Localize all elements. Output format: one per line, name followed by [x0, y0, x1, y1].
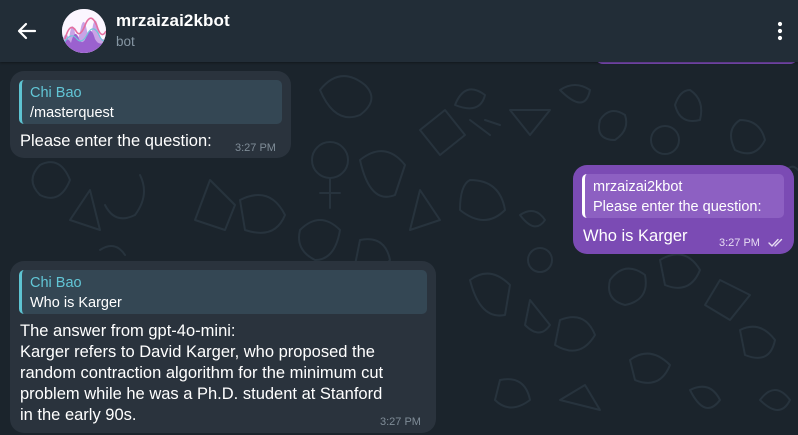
- incoming-message[interactable]: Chi Bao Who is Karger The answer from gp…: [10, 261, 436, 433]
- message-text: Who is Karger: [583, 227, 688, 245]
- reply-quote[interactable]: Chi Bao Who is Karger: [19, 270, 427, 314]
- reply-sender-name: mrzaizai2kbot: [593, 179, 683, 195]
- chat-title: mrzaizai2kbot: [116, 11, 230, 30]
- chat-header: mrzaizai2kbot bot: [0, 0, 798, 62]
- reply-quoted-text: Please enter the question:: [593, 199, 762, 215]
- outgoing-message[interactable]: mrzaizai2kbot Please enter the question:…: [573, 165, 794, 254]
- reply-quoted-text: Who is Karger: [30, 295, 122, 311]
- reply-sender-name: Chi Bao: [30, 275, 82, 291]
- message-time: 3:27 PM: [380, 416, 421, 428]
- more-options-button[interactable]: [766, 15, 794, 47]
- double-check-icon: [768, 238, 783, 247]
- message-text: Please enter the question:: [20, 132, 212, 150]
- bot-avatar-image: [62, 9, 106, 53]
- reply-quote[interactable]: mrzaizai2kbot Please enter the question:: [582, 174, 784, 218]
- message-text-line: random contraction algorithm for the min…: [20, 364, 384, 382]
- chat-subtitle: bot: [116, 34, 135, 49]
- reply-quoted-text: /masterquest: [30, 105, 114, 121]
- vertical-ellipsis-icon: [777, 21, 783, 41]
- reply-quote[interactable]: Chi Bao /masterquest: [19, 80, 282, 124]
- message-text-line: in the early 90s.: [20, 406, 137, 424]
- message-time: 3:27 PM: [719, 237, 760, 249]
- reply-sender-name: Chi Bao: [30, 85, 82, 101]
- message-text-line: Karger refers to David Karger, who propo…: [20, 343, 375, 361]
- back-button[interactable]: [10, 14, 44, 48]
- message-time: 3:27 PM: [235, 142, 276, 154]
- incoming-message[interactable]: Chi Bao /masterquest Please enter the qu…: [10, 71, 291, 158]
- arrow-left-icon: [17, 22, 37, 40]
- avatar[interactable]: [62, 9, 106, 53]
- message-text-line: problem while he was a Ph.D. student at …: [20, 385, 383, 403]
- message-text-line: The answer from gpt-4o-mini:: [20, 322, 236, 340]
